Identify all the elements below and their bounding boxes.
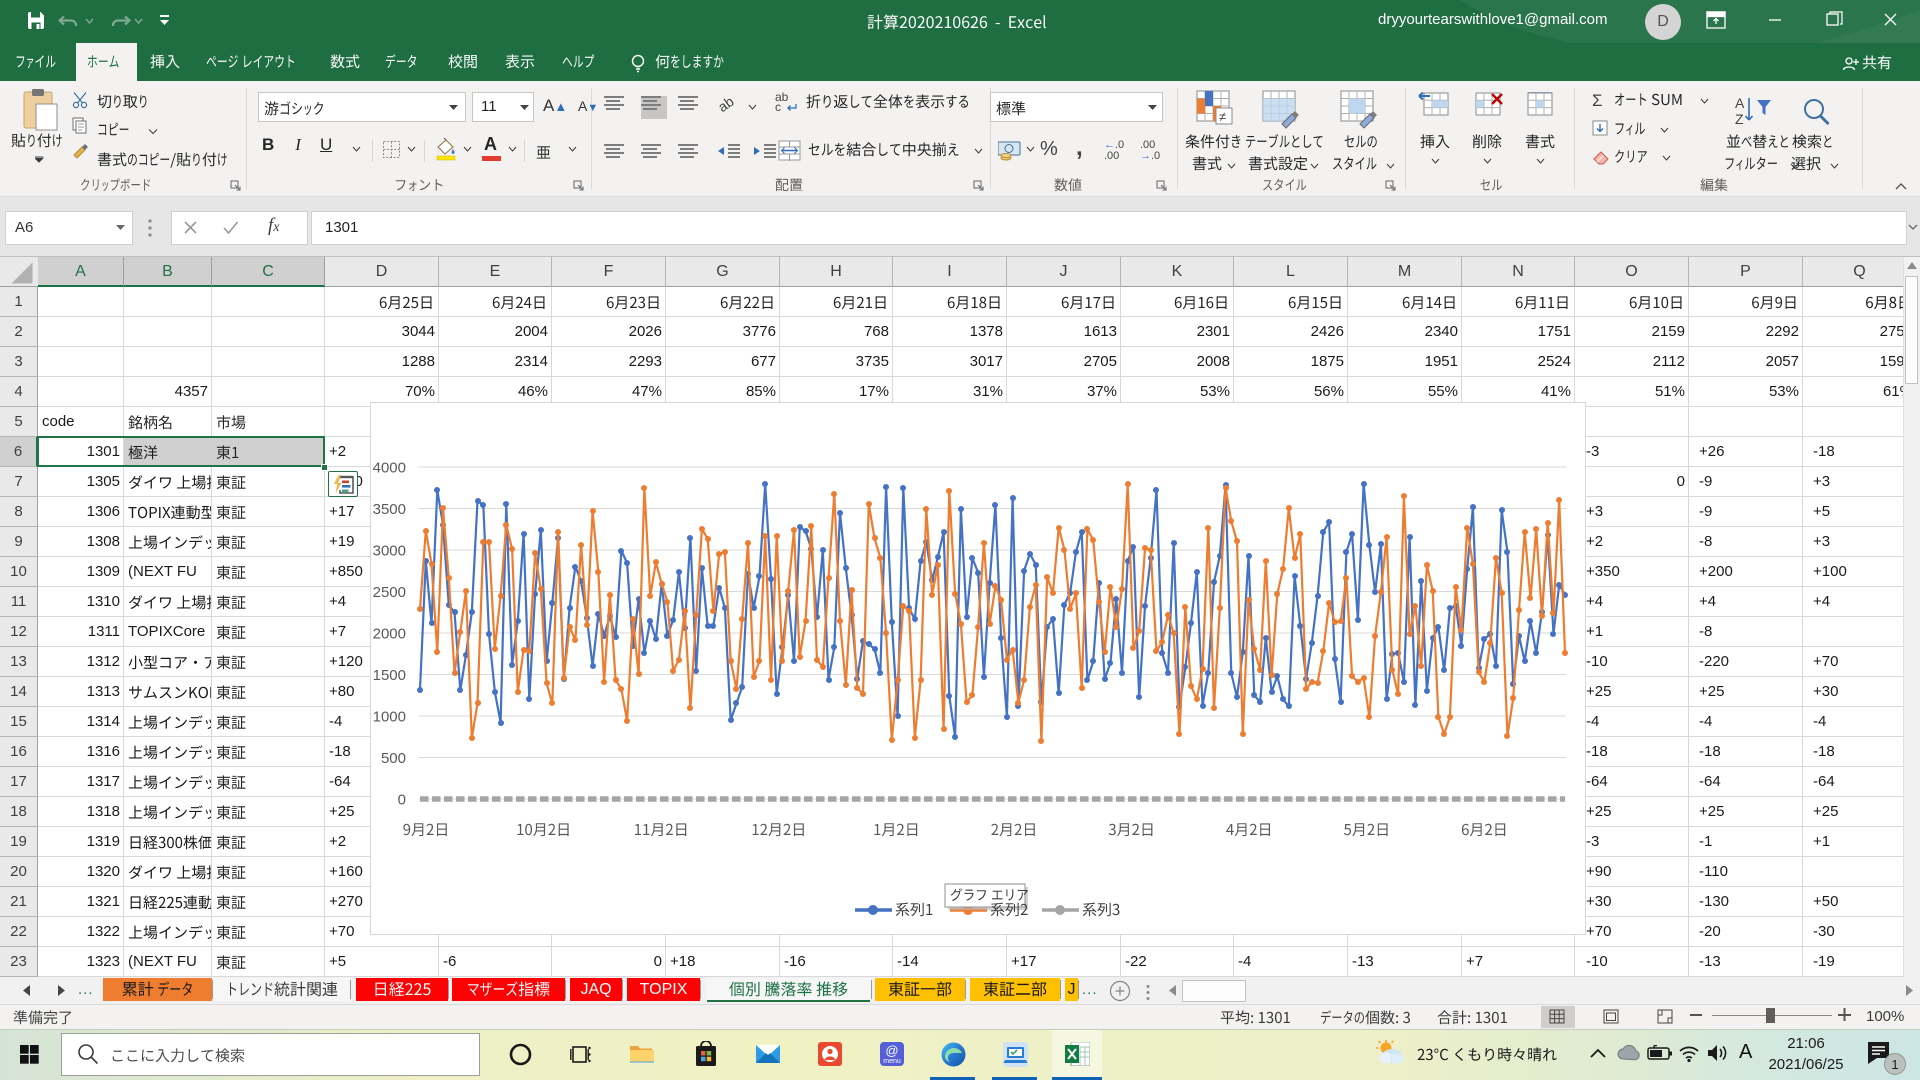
svg-text:2500: 2500 [373,584,406,601]
svg-text:1000: 1000 [373,709,406,726]
svg-text:3000: 3000 [373,543,406,560]
svg-text:Z: Z [1735,111,1744,127]
svg-text:0: 0 [398,792,406,809]
svg-text:≠: ≠ [1219,109,1226,124]
svg-text:500: 500 [381,750,406,767]
svg-text:3500: 3500 [373,501,406,518]
svg-text:2000: 2000 [373,626,406,643]
svg-text:menu: menu [883,1058,901,1065]
svg-text:4000: 4000 [373,460,406,477]
svg-text:A: A [1735,95,1745,111]
svg-text:@: @ [885,1043,898,1058]
svg-text:1500: 1500 [373,667,406,684]
